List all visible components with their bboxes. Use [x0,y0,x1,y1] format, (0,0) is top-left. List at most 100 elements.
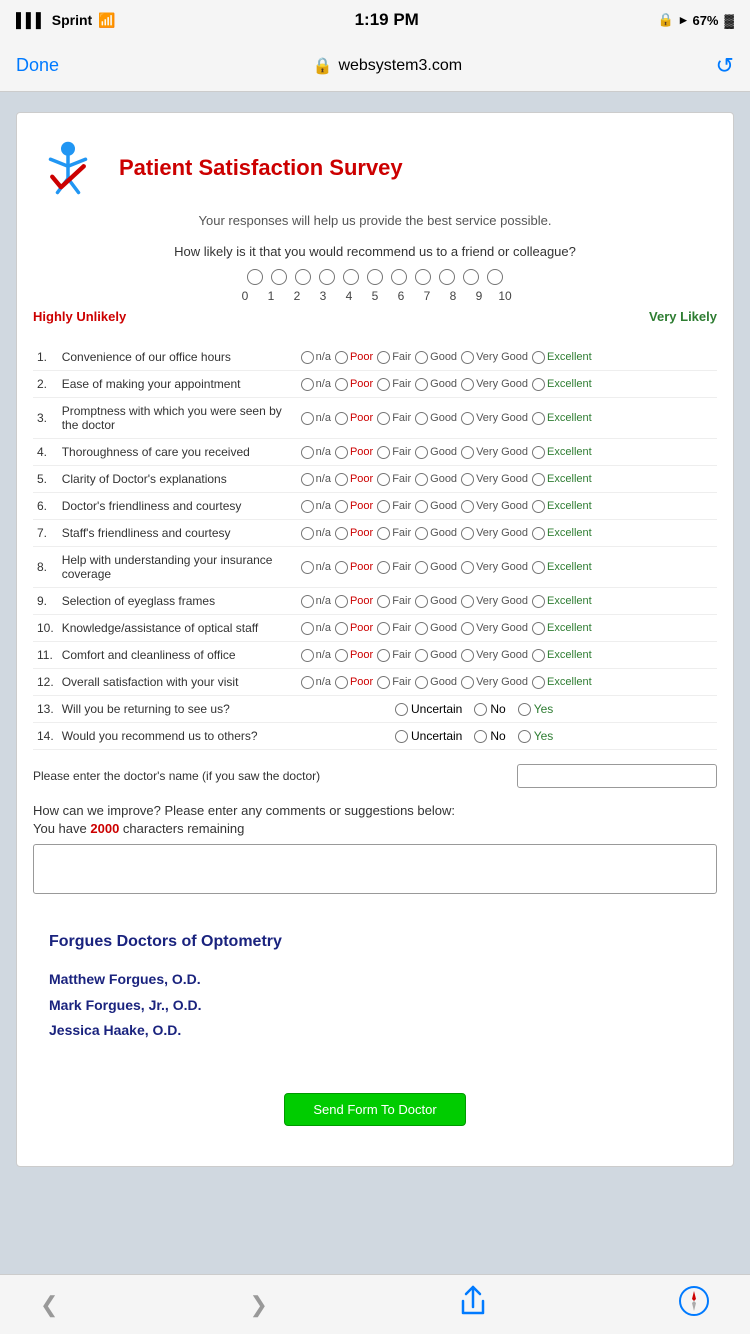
q-verygood-radio[interactable] [461,649,474,662]
q-good-label[interactable]: Good [415,412,457,425]
q-na-label[interactable]: n/a [301,649,331,662]
q-fair-radio[interactable] [377,622,390,635]
q-good-label[interactable]: Good [415,446,457,459]
q-verygood-label[interactable]: Very Good [461,676,528,689]
q-fair-label[interactable]: Fair [377,500,411,513]
q-good-label[interactable]: Good [415,378,457,391]
q13-yes-radio[interactable] [518,703,531,716]
q-excellent-label[interactable]: Excellent [532,412,592,425]
q-fair-label[interactable]: Fair [377,649,411,662]
done-button[interactable]: Done [16,55,59,76]
scale-radio-0[interactable] [247,269,263,285]
q-poor-radio[interactable] [335,676,348,689]
q-verygood-label[interactable]: Very Good [461,446,528,459]
q-poor-radio[interactable] [335,446,348,459]
q-na-label[interactable]: n/a [301,473,331,486]
q-poor-label[interactable]: Poor [335,561,373,574]
q-poor-radio[interactable] [335,473,348,486]
q-na-radio[interactable] [301,500,314,513]
q-good-label[interactable]: Good [415,649,457,662]
doctor-name-input[interactable] [517,764,717,788]
q-verygood-label[interactable]: Very Good [461,595,528,608]
q-fair-radio[interactable] [377,378,390,391]
q-fair-radio[interactable] [377,649,390,662]
q-good-radio[interactable] [415,649,428,662]
q-poor-radio[interactable] [335,561,348,574]
q-verygood-radio[interactable] [461,412,474,425]
q-excellent-radio[interactable] [532,500,545,513]
q-excellent-radio[interactable] [532,527,545,540]
q-fair-radio[interactable] [377,527,390,540]
q-fair-label[interactable]: Fair [377,473,411,486]
submit-button[interactable]: Send Form To Doctor [284,1093,465,1126]
q-excellent-radio[interactable] [532,351,545,364]
q-poor-label[interactable]: Poor [335,378,373,391]
q-good-label[interactable]: Good [415,473,457,486]
forward-button[interactable]: ❯ [249,1292,267,1318]
q-excellent-label[interactable]: Excellent [532,561,592,574]
q-poor-label[interactable]: Poor [335,412,373,425]
q-poor-label[interactable]: Poor [335,500,373,513]
q-excellent-radio[interactable] [532,378,545,391]
q-na-radio[interactable] [301,378,314,391]
scale-radio-7[interactable] [415,269,431,285]
scale-radio-10[interactable] [487,269,503,285]
q-poor-label[interactable]: Poor [335,676,373,689]
q-good-radio[interactable] [415,595,428,608]
q-na-radio[interactable] [301,351,314,364]
q-verygood-radio[interactable] [461,561,474,574]
scale-radio-2[interactable] [295,269,311,285]
q-good-radio[interactable] [415,622,428,635]
q-fair-radio[interactable] [377,473,390,486]
q-fair-radio[interactable] [377,351,390,364]
q-excellent-label[interactable]: Excellent [532,622,592,635]
q-na-label[interactable]: n/a [301,500,331,513]
q-excellent-label[interactable]: Excellent [532,473,592,486]
q-na-radio[interactable] [301,676,314,689]
q13-no[interactable]: No [474,702,505,716]
q-poor-label[interactable]: Poor [335,622,373,635]
q-good-label[interactable]: Good [415,527,457,540]
q-na-label[interactable]: n/a [301,595,331,608]
scale-radio-6[interactable] [391,269,407,285]
q-na-radio[interactable] [301,446,314,459]
q14-yes-radio[interactable] [518,730,531,743]
q-verygood-radio[interactable] [461,500,474,513]
q-poor-radio[interactable] [335,649,348,662]
q-good-radio[interactable] [415,446,428,459]
q-excellent-label[interactable]: Excellent [532,351,592,364]
q14-yes[interactable]: Yes [518,729,554,743]
q-excellent-label[interactable]: Excellent [532,649,592,662]
q-na-radio[interactable] [301,412,314,425]
q-fair-label[interactable]: Fair [377,527,411,540]
q-fair-label[interactable]: Fair [377,351,411,364]
q13-yes[interactable]: Yes [518,702,554,716]
q-fair-radio[interactable] [377,500,390,513]
q-verygood-radio[interactable] [461,595,474,608]
q-verygood-label[interactable]: Very Good [461,649,528,662]
q-verygood-radio[interactable] [461,378,474,391]
q-poor-label[interactable]: Poor [335,595,373,608]
q-excellent-label[interactable]: Excellent [532,378,592,391]
q-fair-radio[interactable] [377,412,390,425]
q13-uncertain[interactable]: Uncertain [395,702,462,716]
q-verygood-radio[interactable] [461,473,474,486]
q13-uncertain-radio[interactable] [395,703,408,716]
q-good-radio[interactable] [415,561,428,574]
q-verygood-radio[interactable] [461,676,474,689]
q-excellent-radio[interactable] [532,676,545,689]
q-excellent-label[interactable]: Excellent [532,595,592,608]
q-na-label[interactable]: n/a [301,351,331,364]
scale-radio-9[interactable] [463,269,479,285]
q-good-radio[interactable] [415,412,428,425]
q-poor-label[interactable]: Poor [335,527,373,540]
q-excellent-label[interactable]: Excellent [532,676,592,689]
q-na-radio[interactable] [301,561,314,574]
q-good-radio[interactable] [415,378,428,391]
q-poor-radio[interactable] [335,351,348,364]
q-verygood-label[interactable]: Very Good [461,622,528,635]
q-good-label[interactable]: Good [415,351,457,364]
q-fair-radio[interactable] [377,676,390,689]
q-excellent-radio[interactable] [532,595,545,608]
q-fair-radio[interactable] [377,561,390,574]
